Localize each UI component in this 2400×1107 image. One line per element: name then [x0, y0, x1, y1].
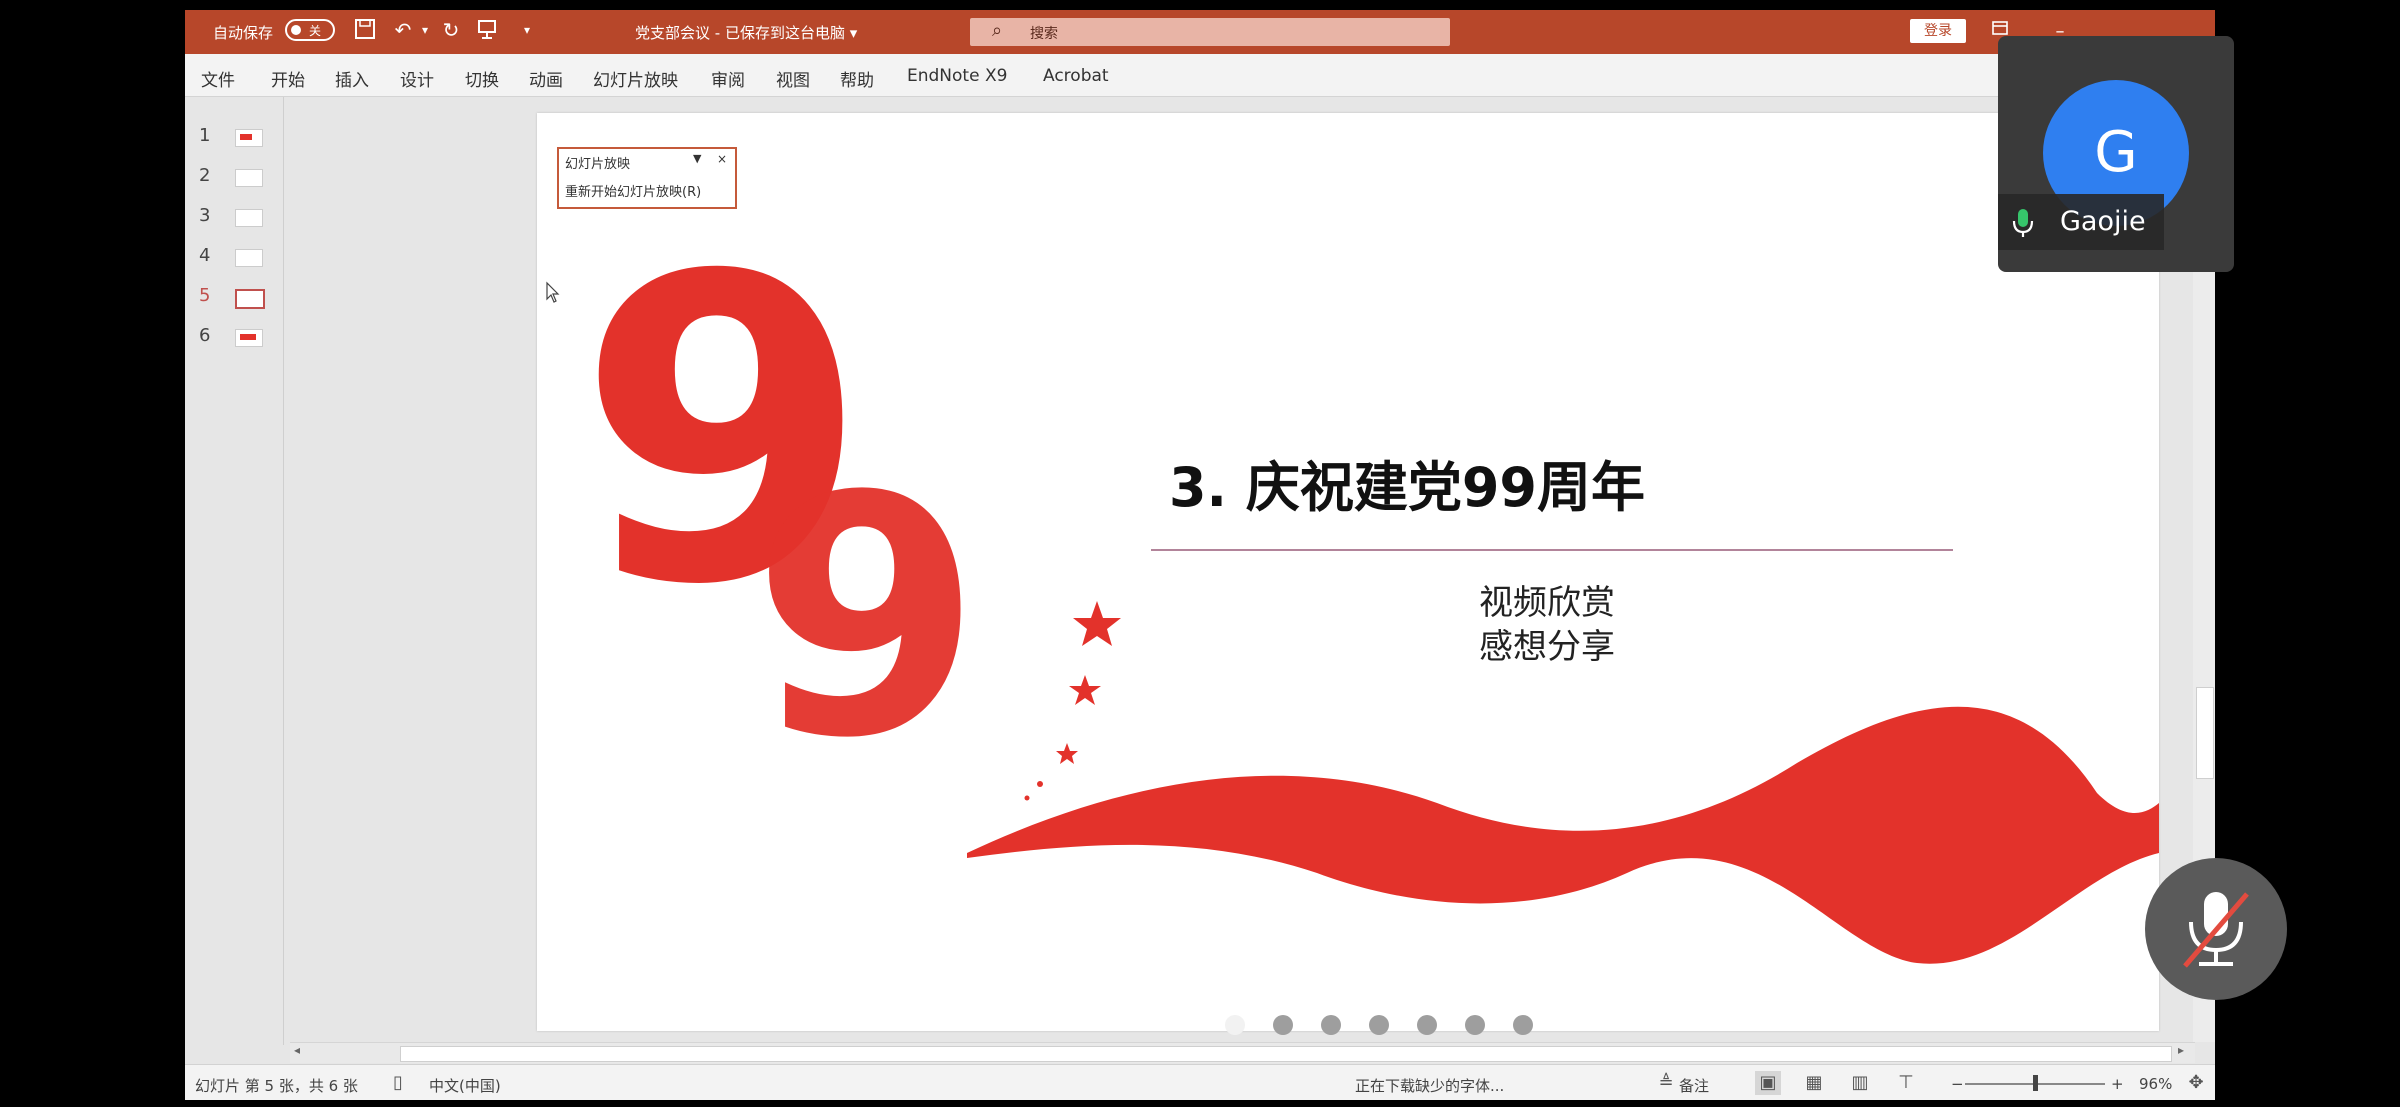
notes-icon[interactable]: ≜ — [1653, 1071, 1679, 1095]
autosave-toggle[interactable]: 关 — [285, 19, 335, 41]
tab-file[interactable]: 文件 — [201, 66, 235, 91]
thumbnail-image — [235, 129, 263, 147]
mute-button[interactable] — [2145, 858, 2287, 1000]
thumbnail-number: 2 — [199, 165, 211, 186]
nav-dot[interactable] — [1321, 1015, 1341, 1035]
zoom-level[interactable]: 96% — [2139, 1075, 2172, 1093]
present-icon[interactable] — [475, 18, 499, 42]
login-button[interactable]: 登录 — [1910, 19, 1966, 43]
font-download-status: 正在下载缺少的字体... — [1355, 1077, 1505, 1095]
nav-dot[interactable] — [1417, 1015, 1437, 1035]
tab-design[interactable]: 设计 — [400, 66, 434, 91]
mouse-cursor-icon — [546, 281, 560, 303]
search-icon: ⌕ — [992, 20, 1003, 41]
scroll-right-icon[interactable]: ▸ — [2178, 1043, 2184, 1057]
save-icon[interactable] — [353, 18, 377, 42]
customize-toolbar-icon[interactable]: ▾ — [515, 18, 539, 42]
fit-slide-icon[interactable]: ✥ — [2183, 1071, 2209, 1095]
normal-view-icon[interactable]: ▣ — [1755, 1071, 1781, 1095]
tab-acrobat[interactable]: Acrobat — [1043, 66, 1109, 86]
star-shape — [1056, 743, 1078, 764]
tab-view[interactable]: 视图 — [776, 66, 810, 91]
ribbon-tabs: 文件 开始 插入 设计 切换 动画 幻灯片放映 审阅 视图 帮助 EndNote… — [185, 54, 2215, 97]
redo-icon[interactable]: ↻ — [439, 18, 463, 42]
slide-title: 3. 庆祝建党99周年 — [1168, 456, 1646, 519]
powerpoint-window: 自动保存 关 ↶ ▾ ↻ ▾ 党支部会议 - 已保存到这台电脑 ▾ ⌕ 搜索 登… — [185, 10, 2215, 1100]
nav-dot[interactable] — [1369, 1015, 1389, 1035]
thumbnail-number: 1 — [199, 125, 211, 146]
tab-insert[interactable]: 插入 — [335, 66, 369, 91]
search-box[interactable]: ⌕ 搜索 — [970, 18, 1450, 46]
tab-home[interactable]: 开始 — [271, 66, 305, 91]
microphone-muted-icon — [2183, 892, 2249, 968]
slide-subtitle-2: 感想分享 — [1479, 627, 1615, 667]
autosave-state: 关 — [309, 24, 322, 38]
star-shape — [1069, 675, 1101, 705]
thumbnail-number: 5 — [199, 285, 211, 306]
search-input[interactable]: 搜索 — [1030, 23, 1058, 43]
ribbon-wave — [967, 706, 2159, 964]
title-divider — [1151, 549, 1953, 551]
thumbnail-image — [235, 169, 263, 187]
slideshow-view-icon[interactable]: ⊤ — [1893, 1071, 1919, 1095]
tab-transitions[interactable]: 切换 — [465, 66, 499, 91]
thumbnail-image — [235, 209, 263, 227]
nav-dot[interactable] — [1465, 1015, 1485, 1035]
toggle-dot — [291, 25, 301, 35]
thumbnail-image — [235, 249, 263, 267]
slide-canvas[interactable]: 幻灯片放映 ▼ × 重新开始幻灯片放映(R) 9 9 3. 庆祝建党99周年 视… — [537, 113, 2159, 1031]
autosave-label: 自动保存 — [213, 24, 274, 42]
star-shape — [1073, 601, 1121, 646]
thumbnail-number: 3 — [199, 205, 211, 226]
zoom-out-button[interactable]: − — [1951, 1075, 1964, 1093]
participant-name: Gaojie — [2060, 206, 2146, 237]
dot-shape — [1024, 795, 1030, 801]
scroll-thumb[interactable] — [2196, 687, 2214, 779]
participant-video-tile[interactable]: G Gaojie — [1998, 36, 2234, 272]
thumbnail-image — [235, 329, 263, 347]
tab-endnote[interactable]: EndNote X9 — [907, 66, 1007, 86]
nav-dot[interactable] — [1273, 1015, 1293, 1035]
tab-help[interactable]: 帮助 — [840, 66, 874, 91]
nav-dot[interactable] — [1513, 1015, 1533, 1035]
participant-nameplate: Gaojie — [1998, 194, 2164, 250]
document-title: 党支部会议 - 已保存到这台电脑 ▾ — [635, 24, 858, 42]
reading-view-icon[interactable]: ▥ — [1847, 1071, 1873, 1095]
tab-slideshow[interactable]: 幻灯片放映 — [593, 66, 678, 91]
thumbnail-number: 4 — [199, 245, 211, 266]
scroll-left-icon[interactable]: ◂ — [294, 1043, 300, 1057]
thumbnail-image — [235, 289, 265, 309]
undo-dropdown-icon[interactable]: ▾ — [413, 18, 437, 42]
thumbnail-number: 6 — [199, 325, 211, 346]
status-bar: 幻灯片 第 5 张，共 6 张 ▯ 中文(中国) 正在下载缺少的字体... ≜ … — [185, 1064, 2215, 1100]
slide-thumbnail-pane: 1 2 3 4 5 6 — [185, 97, 284, 1045]
language-indicator[interactable]: 中文(中国) — [429, 1075, 501, 1096]
slide-sorter-icon[interactable]: ▦ — [1801, 1071, 1827, 1095]
undo-icon[interactable]: ↶ — [391, 18, 415, 42]
scroll-thumb[interactable] — [400, 1046, 2172, 1062]
nav-dot[interactable] — [1225, 1015, 1245, 1035]
spellcheck-icon[interactable]: ▯ — [385, 1071, 411, 1095]
dot-shape — [1037, 781, 1043, 787]
slide-counter: 幻灯片 第 5 张，共 6 张 — [195, 1077, 358, 1095]
horizontal-scrollbar[interactable]: ◂ ▸ — [290, 1042, 2195, 1063]
microphone-icon — [2012, 209, 2034, 237]
zoom-in-button[interactable]: + — [2111, 1075, 2124, 1093]
title-bar: 自动保存 关 ↶ ▾ ↻ ▾ 党支部会议 - 已保存到这台电脑 ▾ ⌕ 搜索 登… — [185, 10, 2215, 54]
notes-button[interactable]: 备注 — [1679, 1075, 1709, 1096]
tab-review[interactable]: 审阅 — [711, 66, 745, 91]
slide-subtitle-1: 视频欣赏 — [1479, 583, 1615, 623]
zoom-slider-knob[interactable] — [2033, 1075, 2038, 1091]
tab-animations[interactable]: 动画 — [529, 66, 563, 91]
